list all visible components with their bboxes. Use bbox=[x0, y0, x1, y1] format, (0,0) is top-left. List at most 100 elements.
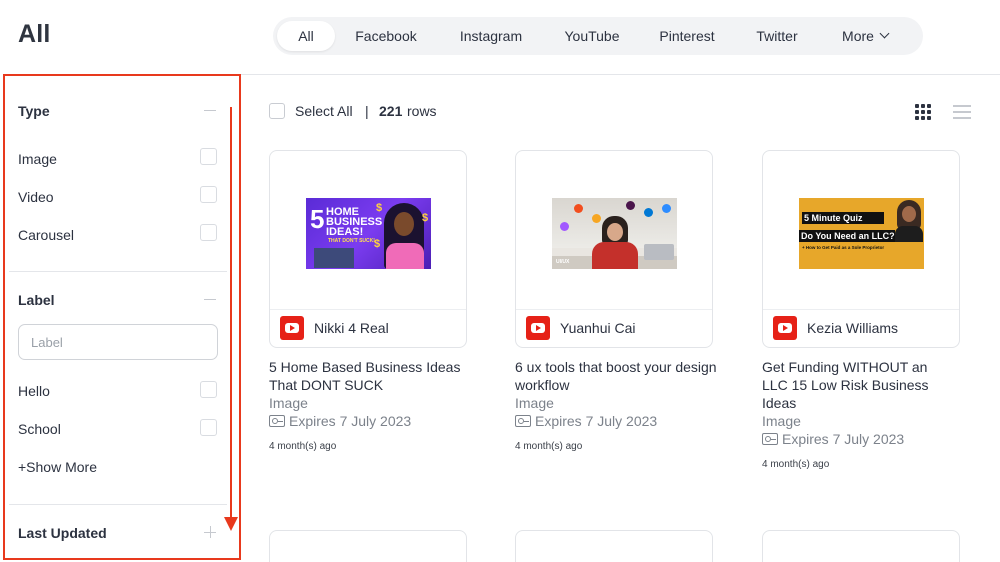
rows-label: rows bbox=[407, 103, 437, 119]
row-count: 221 bbox=[379, 103, 403, 119]
page-title: All bbox=[18, 20, 51, 48]
show-more-link[interactable]: +Show More bbox=[18, 459, 97, 475]
thumbnail-text: Do You Need an LLC? bbox=[799, 230, 895, 242]
zoom-logo-icon bbox=[662, 204, 671, 213]
post-card[interactable] bbox=[515, 530, 713, 562]
filter-option-carousel: Carousel bbox=[18, 227, 75, 243]
thumbnail-text: + How to Get Paid as a Sole Proprietor bbox=[802, 245, 885, 250]
filter-sidebar: Type Image Video Carousel Label Hello Sc… bbox=[3, 74, 241, 560]
face-graphic bbox=[607, 223, 623, 241]
expiry-date: Expires 7 July 2023 bbox=[269, 413, 411, 429]
tab-youtube[interactable]: YouTube bbox=[545, 21, 639, 51]
header-divider bbox=[240, 74, 1000, 75]
tab-label: Facebook bbox=[355, 28, 417, 44]
filter-option-hello: Hello bbox=[18, 383, 50, 399]
post-thumbnail[interactable]: UI/UX bbox=[552, 198, 677, 269]
filter-carousel-checkbox[interactable] bbox=[200, 224, 217, 241]
dollar-icon: $ bbox=[422, 212, 429, 224]
updated-ago: 4 month(s) ago bbox=[762, 459, 830, 470]
card-divider bbox=[763, 309, 959, 310]
expiry-text: Expires 7 July 2023 bbox=[535, 413, 658, 429]
scroll-down-arrow-icon bbox=[224, 107, 238, 532]
slack-logo-icon bbox=[626, 201, 635, 210]
face-graphic bbox=[902, 206, 916, 222]
expand-plus-icon[interactable] bbox=[204, 526, 216, 538]
expiry-date: Expires 7 July 2023 bbox=[762, 431, 904, 447]
dollar-icon: $ bbox=[374, 238, 381, 250]
tab-more[interactable]: More bbox=[819, 21, 911, 51]
post-thumbnail[interactable]: 5 Minute Quiz Do You Need an LLC? + How … bbox=[799, 198, 924, 269]
key-icon bbox=[269, 415, 285, 427]
updated-ago: 4 month(s) ago bbox=[515, 441, 583, 452]
body-graphic bbox=[386, 243, 424, 269]
arrow-line bbox=[230, 107, 232, 519]
house-graphic bbox=[314, 248, 354, 268]
filter-school-checkbox[interactable] bbox=[200, 419, 217, 436]
channel-name: Yuanhui Cai bbox=[560, 320, 636, 336]
filter-option-video: Video bbox=[18, 189, 54, 205]
select-all-checkbox[interactable] bbox=[269, 103, 285, 119]
youtube-icon bbox=[526, 316, 550, 340]
post-title[interactable]: 6 ux tools that boost your design workfl… bbox=[515, 358, 720, 394]
shirt-graphic bbox=[592, 242, 638, 269]
tab-pinterest[interactable]: Pinterest bbox=[639, 21, 735, 51]
app-logo-icon bbox=[592, 214, 601, 223]
grid-view-icon[interactable] bbox=[915, 104, 931, 120]
thumbnail-text: THAT DON'T SUCK! bbox=[328, 238, 375, 244]
list-view-icon[interactable] bbox=[953, 104, 971, 120]
channel-name: Nikki 4 Real bbox=[314, 320, 389, 336]
tab-label: Instagram bbox=[459, 28, 523, 44]
tab-label: Pinterest bbox=[659, 28, 715, 44]
label-search-input[interactable] bbox=[18, 324, 218, 360]
post-card[interactable] bbox=[269, 530, 467, 562]
collapse-icon[interactable] bbox=[204, 110, 216, 111]
youtube-icon bbox=[773, 316, 797, 340]
expiry-text: Expires 7 July 2023 bbox=[782, 431, 905, 447]
figma-logo-icon bbox=[574, 204, 583, 213]
tab-label: More bbox=[842, 28, 874, 44]
card-divider bbox=[516, 309, 712, 310]
tab-label: All bbox=[298, 28, 314, 44]
post-card[interactable]: 5 HOME BUSINESS IDEAS! THAT DON'T SUCK! … bbox=[269, 150, 467, 348]
post-thumbnail[interactable]: 5 HOME BUSINESS IDEAS! THAT DON'T SUCK! … bbox=[306, 198, 431, 269]
dollar-icon: $ bbox=[376, 202, 383, 214]
tab-label: YouTube bbox=[564, 28, 620, 44]
filter-option-school: School bbox=[18, 421, 61, 437]
app-logo-icon bbox=[644, 208, 653, 217]
separator: | bbox=[365, 103, 369, 119]
section-divider bbox=[9, 504, 227, 505]
tab-facebook[interactable]: Facebook bbox=[335, 21, 437, 51]
thumbnail-text: 5 Minute Quiz bbox=[802, 212, 884, 224]
key-icon bbox=[515, 415, 531, 427]
thumbnail-text: HOME BUSINESS IDEAS! bbox=[326, 206, 383, 238]
filter-image-checkbox[interactable] bbox=[200, 148, 217, 165]
post-card[interactable]: UI/UX Yuanhui Cai bbox=[515, 150, 713, 348]
tab-label: Twitter bbox=[756, 28, 798, 44]
tab-all[interactable]: All bbox=[277, 21, 335, 51]
post-title[interactable]: 5 Home Based Business Ideas That DONT SU… bbox=[269, 358, 474, 394]
section-divider bbox=[9, 271, 227, 272]
filter-option-image: Image bbox=[18, 151, 57, 167]
filter-last-updated-heading: Last Updated bbox=[18, 525, 107, 541]
filter-hello-checkbox[interactable] bbox=[200, 381, 217, 398]
platform-tabs: All Facebook Instagram YouTube Pinterest… bbox=[273, 17, 923, 55]
post-type: Image bbox=[762, 413, 801, 429]
arrow-head bbox=[224, 517, 238, 531]
app-logo-icon bbox=[560, 222, 569, 231]
filter-video-checkbox[interactable] bbox=[200, 186, 217, 203]
tab-instagram[interactable]: Instagram bbox=[437, 21, 545, 51]
post-card[interactable]: 5 Minute Quiz Do You Need an LLC? + How … bbox=[762, 150, 960, 348]
channel-name: Kezia Williams bbox=[807, 320, 899, 336]
select-all-label[interactable]: Select All bbox=[295, 103, 353, 119]
post-title[interactable]: Get Funding WITHOUT an LLC 15 Low Risk B… bbox=[762, 358, 952, 412]
post-type: Image bbox=[515, 395, 554, 411]
collapse-icon[interactable] bbox=[204, 299, 216, 300]
laptop-graphic bbox=[644, 244, 674, 260]
tab-twitter[interactable]: Twitter bbox=[735, 21, 819, 51]
thumbnail-text: 5 bbox=[310, 204, 325, 234]
chevron-down-icon bbox=[879, 28, 890, 38]
filter-label-heading: Label bbox=[18, 292, 55, 308]
key-icon bbox=[762, 433, 778, 445]
post-card[interactable] bbox=[762, 530, 960, 562]
youtube-icon bbox=[280, 316, 304, 340]
